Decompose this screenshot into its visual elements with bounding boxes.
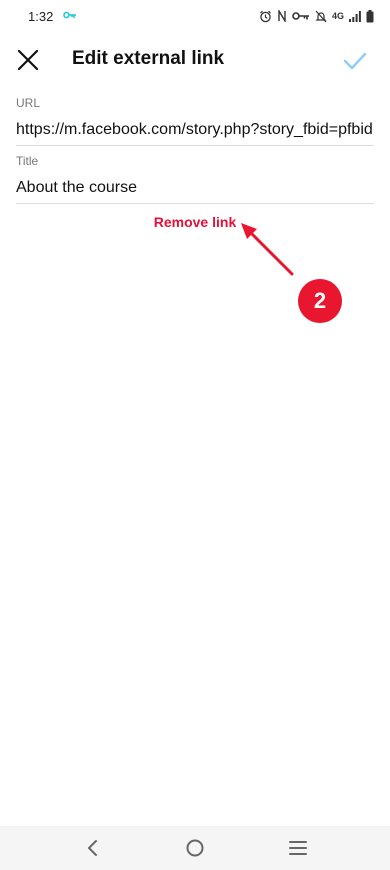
back-icon	[87, 840, 97, 856]
title-input[interactable]: About the course	[16, 177, 374, 199]
home-button[interactable]	[175, 828, 215, 868]
system-nav-bar	[0, 826, 390, 870]
menu-icon	[289, 841, 308, 855]
title-label: Title	[16, 154, 39, 168]
alarm-icon	[260, 10, 271, 22]
back-button[interactable]	[72, 828, 112, 868]
url-label: URL	[16, 96, 41, 110]
url-input[interactable]: https://m.facebook.com/story.php?story_f…	[16, 119, 374, 141]
close-icon	[17, 49, 39, 71]
url-underline	[16, 145, 374, 146]
close-button[interactable]	[12, 44, 44, 76]
step-badge: 2	[298, 279, 342, 323]
checkmark-icon	[343, 52, 367, 70]
home-icon	[186, 839, 204, 857]
confirm-button[interactable]	[340, 46, 370, 76]
status-time: 1:32	[28, 9, 54, 24]
status-icons: 4G	[259, 8, 374, 24]
app-bar: Edit external link	[0, 32, 390, 88]
url-field[interactable]: URL https://m.facebook.com/story.php?sto…	[16, 96, 374, 146]
title-field[interactable]: Title About the course	[16, 154, 374, 204]
battery-icon	[366, 9, 374, 22]
key-icon	[292, 12, 309, 20]
remove-link-button[interactable]: Remove link	[0, 214, 390, 230]
page-title: Edit external link	[72, 48, 225, 69]
nfc-icon	[278, 10, 286, 22]
title-underline	[16, 203, 374, 204]
vpn-key-icon	[63, 11, 76, 19]
network-type: 4G	[331, 11, 344, 21]
mute-icon	[315, 10, 327, 22]
status-bar: 1:32 4G	[0, 0, 390, 32]
menu-button[interactable]	[278, 828, 318, 868]
signal-icon	[349, 10, 361, 22]
